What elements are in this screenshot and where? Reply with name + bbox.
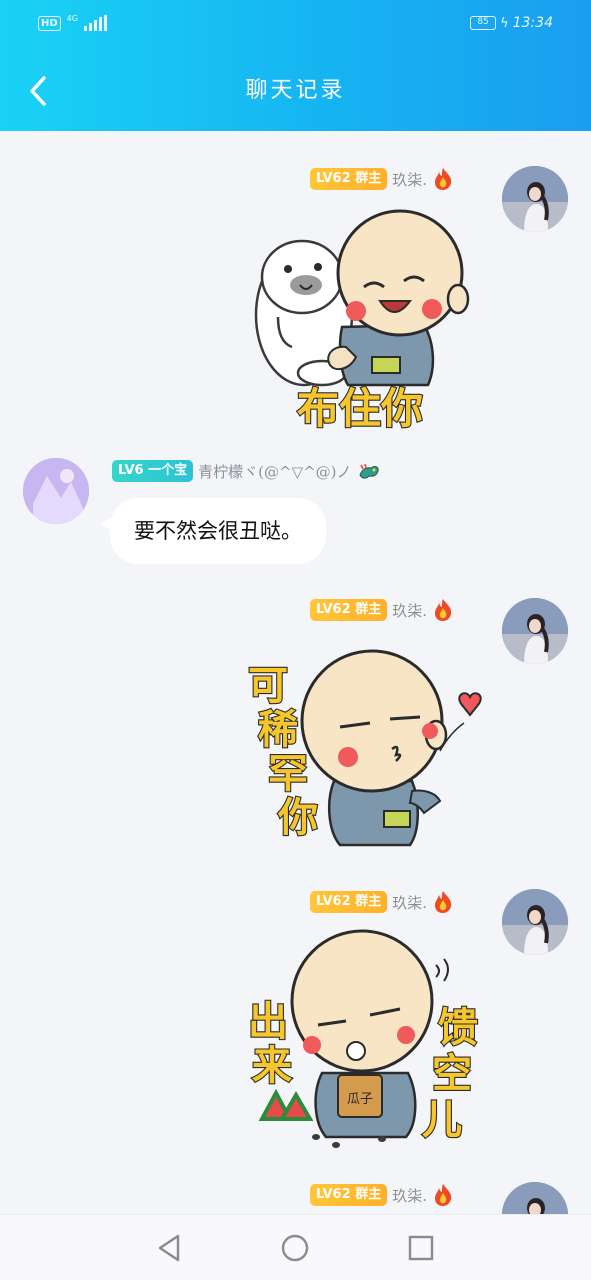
clock: 13:34 bbox=[512, 15, 553, 31]
nav-home-button[interactable] bbox=[279, 1232, 311, 1264]
sticker-snacks[interactable]: 瓜子 出 来 馈 空 儿 bbox=[246, 923, 486, 1153]
fire-icon bbox=[434, 891, 452, 913]
sender-avatar[interactable] bbox=[23, 458, 89, 524]
sender-name: 玖柒. bbox=[392, 1186, 427, 1205]
owner-badge: LV62 群主 bbox=[310, 599, 388, 621]
sticker-hug-image: 布住你 bbox=[254, 209, 470, 434]
sender-meta: LV62 群主 玖柒. bbox=[310, 890, 454, 914]
triangle-back-icon bbox=[158, 1234, 180, 1262]
sticker-treasure-image: 可 稀 罕 你 bbox=[247, 649, 482, 847]
sender-meta: LV62 群主 玖柒. bbox=[310, 598, 454, 622]
sticker-caption-right-3: 儿 bbox=[422, 1097, 462, 1143]
girl-avatar-icon bbox=[502, 598, 568, 664]
sticker-caption-2: 稀 bbox=[258, 707, 298, 753]
fire-icon bbox=[434, 599, 452, 621]
sender-avatar[interactable] bbox=[502, 889, 568, 955]
girl-avatar-icon bbox=[502, 889, 568, 955]
sticker-caption-left-1: 出 bbox=[248, 999, 288, 1045]
fire-icon bbox=[434, 168, 452, 190]
system-nav-bar bbox=[0, 1214, 591, 1280]
sender-meta: LV6 一个宝 青柠檬ヾ(@^▽^@)ノ bbox=[112, 459, 381, 483]
girl-avatar-icon bbox=[502, 166, 568, 232]
sticker-caption-3: 罕 bbox=[268, 751, 308, 797]
nav-recent-button[interactable] bbox=[405, 1232, 437, 1264]
purple-avatar-icon bbox=[23, 458, 89, 524]
sender-avatar[interactable] bbox=[502, 1182, 568, 1214]
sender-meta: LV62 群主 玖柒. bbox=[310, 1183, 454, 1207]
charging-icon: ϟ bbox=[500, 15, 509, 31]
sender-avatar[interactable] bbox=[502, 598, 568, 664]
owner-badge: LV62 群主 bbox=[310, 1184, 388, 1206]
sticker-snacks-image: 瓜子 出 来 馈 空 儿 bbox=[247, 929, 479, 1148]
battery-icon: 85 bbox=[470, 16, 497, 30]
sticker-caption-1: 可 bbox=[248, 663, 288, 709]
owner-badge: LV62 群主 bbox=[310, 168, 388, 190]
fire-icon bbox=[434, 1184, 452, 1206]
girl-avatar-icon bbox=[502, 1182, 568, 1214]
page-title: 聊天记录 bbox=[245, 78, 346, 103]
owner-badge: LV62 群主 bbox=[310, 891, 388, 913]
sender-meta: LV62 群主 玖柒. bbox=[310, 167, 454, 191]
sticker-hug[interactable]: 布住你 bbox=[252, 197, 470, 437]
sticker-treasure[interactable]: 可 稀 罕 你 bbox=[244, 631, 484, 861]
hd-indicator: HD bbox=[38, 15, 61, 31]
status-bar: HD 4G 85 ϟ 13:34 bbox=[0, 0, 591, 50]
sender-avatar[interactable] bbox=[502, 166, 568, 232]
message-bubble[interactable]: 要不然会很丑哒。 bbox=[100, 498, 326, 564]
signal-icon bbox=[83, 15, 107, 31]
circle-home-icon bbox=[281, 1234, 309, 1262]
chat-history[interactable]: LV62 群主 玖柒. 布住你 LV6 一个宝 青柠檬ヾ(@^▽^@)ノ 要不然… bbox=[0, 131, 591, 1214]
sticker-caption-right-2: 空 bbox=[432, 1051, 472, 1097]
sticker-caption-left-2: 来 bbox=[252, 1043, 292, 1089]
member-badge: LV6 一个宝 bbox=[112, 460, 194, 482]
square-recent-icon bbox=[408, 1235, 434, 1261]
sender-name: 玖柒. bbox=[392, 601, 427, 620]
snack-bag-label: 瓜子 bbox=[347, 1092, 373, 1107]
sticker-caption-right-1: 馈 bbox=[438, 1005, 478, 1051]
nav-back-button[interactable] bbox=[153, 1232, 185, 1264]
network-type: 4G bbox=[66, 14, 78, 23]
sender-name: 玖柒. bbox=[392, 893, 427, 912]
header-bar: HD 4G 85 ϟ 13:34 聊天记录 bbox=[0, 0, 591, 131]
dragon-icon bbox=[359, 463, 379, 479]
sticker-caption: 布住你 bbox=[297, 384, 423, 433]
sender-name: 玖柒. bbox=[392, 170, 427, 189]
sender-name: 青柠檬ヾ(@^▽^@)ノ bbox=[198, 462, 352, 481]
sticker-caption-4: 你 bbox=[277, 795, 318, 841]
